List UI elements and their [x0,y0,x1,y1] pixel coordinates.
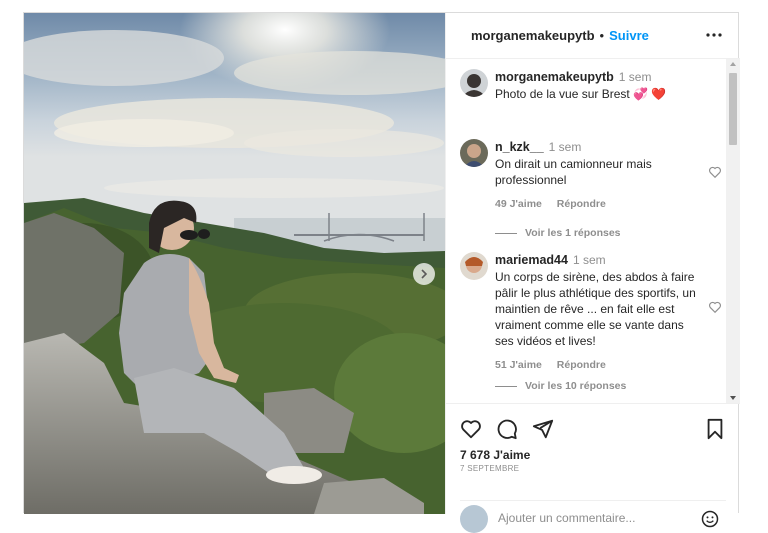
chevron-right-icon [421,269,428,279]
follow-button[interactable]: Suivre [609,28,649,43]
send-icon[interactable] [532,418,554,440]
comment-heart-icon[interactable] [708,300,722,314]
author-avatar-image [460,69,488,97]
comments-scrollbar[interactable] [726,59,740,403]
separator-dot: • [599,28,605,43]
replies-divider [495,232,517,234]
reply-button[interactable]: Répondre [557,359,606,371]
comment-likes[interactable]: 51 J'aime [495,359,542,371]
comment-username[interactable]: n_kzk__ [495,140,544,154]
caption-text: Photo de la vue sur Brest 💞 ❤️ [495,87,667,101]
avatar[interactable] [460,252,488,280]
view-replies-button[interactable]: Voir les 10 réponses [495,378,626,394]
comment-time: 1 sem [548,140,582,154]
bookmark-icon[interactable] [704,418,726,440]
view-replies-button[interactable]: Voir les 1 réponses [495,225,621,241]
caption-time: 1 sem [618,70,652,84]
comment-text: Un corps de sirène, des abdos à faire pâ… [495,270,696,348]
photo-image [24,13,445,514]
post-modal: morganemakeupytb • Suivre morganemakeupy… [23,12,740,533]
view-replies-label: Voir les 10 réponses [525,380,627,392]
author-username[interactable]: morganemakeupytb [471,28,595,43]
like-count[interactable]: 7 678 J'aime [460,448,530,462]
add-comment-row: Ajouter un commentaire... [460,500,726,533]
replies-divider [495,385,517,387]
comment-heart-icon[interactable] [708,165,722,179]
scrollbar-thumb[interactable] [729,73,737,145]
reply-button[interactable]: Répondre [557,198,606,210]
post-actions: 7 678 J'aime 7 SEPTEMBRE Ajouter un comm… [446,403,740,533]
heart-icon[interactable] [460,418,482,440]
add-comment-input[interactable]: Ajouter un commentaire... [498,511,635,525]
avatar[interactable] [460,69,488,97]
comments-list[interactable]: morganemakeupytb 1 sem Photo de la vue su… [446,59,740,403]
post-side-panel: morganemakeupytb • Suivre morganemakeupy… [445,13,740,533]
comment-username[interactable]: mariemad44 [495,253,568,267]
next-photo-button[interactable] [413,263,435,285]
caption-username[interactable]: morganemakeupytb [495,70,614,84]
scroll-down-arrow[interactable] [730,396,736,400]
comment-likes[interactable]: 49 J'aime [495,198,542,210]
post-date: 7 SEPTEMBRE [460,464,520,473]
more-horizontal-icon[interactable] [704,25,724,45]
comment-icon[interactable] [496,418,518,440]
post-photo [24,13,445,514]
avatar [460,505,488,533]
action-bar [460,418,726,442]
view-replies-label: Voir les 1 réponses [525,227,621,239]
comment-time: 1 sem [572,253,606,267]
avatar[interactable] [460,139,488,167]
post-header: morganemakeupytb • Suivre [446,13,740,59]
emoji-icon[interactable] [700,509,720,529]
comment-avatar-image [460,139,488,167]
comment-avatar-image [460,252,488,280]
comment-text: On dirait un camionneur mais professionn… [495,157,652,187]
scroll-up-arrow[interactable] [730,62,736,66]
